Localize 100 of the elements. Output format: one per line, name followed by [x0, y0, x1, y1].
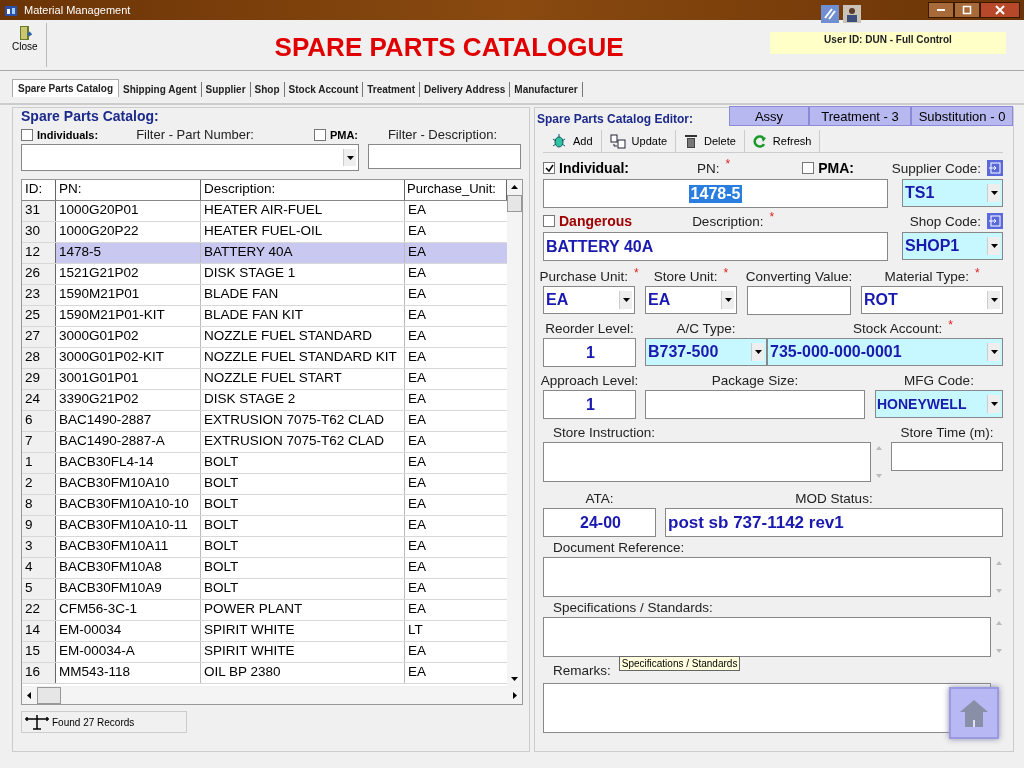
table-row[interactable]: 23 1590M21P01 BLADE FAN EA: [22, 285, 507, 306]
toolbar-button[interactable]: Delete: [676, 130, 745, 152]
scroll-thumb[interactable]: [37, 687, 61, 704]
check-icon: [544, 163, 554, 173]
package-size-field[interactable]: [645, 390, 865, 419]
part-number-filter[interactable]: [21, 144, 359, 171]
table-cell: 5: [22, 579, 56, 599]
ata-field[interactable]: 24-00: [543, 508, 656, 537]
caret-icon: [990, 402, 998, 406]
lookup-icon[interactable]: [987, 213, 1003, 229]
stock-account-dropdown[interactable]: 735-000-000-0001: [767, 338, 1003, 366]
description-filter[interactable]: [368, 144, 521, 169]
table-cell: 29: [22, 369, 56, 389]
section-button[interactable]: Treatment - 3: [809, 106, 911, 126]
table-row[interactable]: 16 MM543-118 OIL BP 2380 EA: [22, 663, 507, 684]
maximize-button[interactable]: [954, 2, 980, 18]
store-unit-dropdown[interactable]: EA: [645, 286, 737, 314]
toolbar-button[interactable]: Refresh: [744, 130, 821, 152]
table-cell: 30: [22, 222, 56, 242]
tab[interactable]: Spare Parts Catalog: [12, 79, 120, 97]
material-type-dropdown[interactable]: ROT: [861, 286, 1003, 314]
document-reference-field[interactable]: [543, 557, 991, 597]
table-row[interactable]: 27 3000G01P02 NOZZLE FUEL STANDARD EA: [22, 327, 507, 348]
caret-icon: [346, 155, 354, 160]
shop-code-dropdown[interactable]: SHOP1: [902, 232, 1003, 260]
table-cell: 9: [22, 516, 56, 536]
minimize-button[interactable]: [928, 2, 954, 18]
column-header[interactable]: Description:: [201, 180, 405, 200]
individuals-checkbox[interactable]: Individuals:: [21, 128, 99, 141]
lookup-icon[interactable]: [987, 160, 1003, 176]
table-row[interactable]: 2 BACB30FM10A10 BOLT EA: [22, 474, 507, 495]
table-cell: EM-00034-A: [56, 642, 201, 662]
table-row[interactable]: 28 3000G01P02-KIT NOZZLE FUEL STANDARD KIT EA: [22, 348, 507, 369]
person-icon[interactable]: [842, 4, 862, 24]
help-icon[interactable]: [820, 4, 840, 24]
approach-level-field[interactable]: 1: [543, 390, 636, 419]
pma-checkbox[interactable]: PMA:: [802, 160, 854, 176]
table-row[interactable]: 8 BACB30FM10A10-10 BOLT EA: [22, 495, 507, 516]
table-row[interactable]: 29 3001G01P01 NOZZLE FUEL START EA: [22, 369, 507, 390]
table-row[interactable]: 1 BACB30FL4-14 BOLT EA: [22, 453, 507, 474]
window-title: Material Management: [24, 4, 131, 16]
filter-label: Filter - Part Number:: [136, 127, 254, 142]
horizontal-scrollbar[interactable]: [22, 687, 522, 704]
section-button[interactable]: Substitution - 0: [911, 106, 1013, 126]
caret-icon: [990, 298, 998, 302]
purchase-unit-dropdown[interactable]: EA: [543, 286, 635, 314]
toolbar-button[interactable]: Add: [543, 130, 602, 152]
table-row[interactable]: 31 1000G20P01 HEATER AIR-FUEL EA: [22, 201, 507, 222]
converting-value-field[interactable]: [747, 286, 851, 315]
column-header[interactable]: PN:: [56, 180, 201, 200]
toolbar-button[interactable]: Update: [601, 130, 677, 152]
table-cell: EM-00034: [56, 621, 201, 641]
table-row[interactable]: 26 1521G21P02 DISK STAGE 1 EA: [22, 264, 507, 285]
table-row[interactable]: 25 1590M21P01-KIT BLADE FAN KIT EA: [22, 306, 507, 327]
refresh-icon: [752, 134, 767, 148]
section-button[interactable]: Assy: [729, 106, 809, 126]
table-cell: BOLT: [201, 579, 405, 599]
table-cell: BOLT: [201, 495, 405, 515]
table-row[interactable]: 7 BAC1490-2887-A EXTRUSION 7075-T62 CLAD EA: [22, 432, 507, 453]
user-info: User ID: DUN - Full Control: [770, 32, 1006, 54]
description-field[interactable]: BATTERY 40A: [543, 232, 888, 261]
table-cell: 31: [22, 201, 56, 221]
specifications-field[interactable]: [543, 617, 991, 657]
column-header[interactable]: ID:: [22, 180, 56, 200]
table-row[interactable]: 6 BAC1490-2887 EXTRUSION 7075-T62 CLAD EA: [22, 411, 507, 432]
table-row[interactable]: 14 EM-00034 SPIRIT WHITE LT: [22, 621, 507, 642]
table-cell: BACB30FM10A10-10: [56, 495, 201, 515]
table-row[interactable]: 9 BACB30FM10A10-11 BOLT EA: [22, 516, 507, 537]
table-cell-text: EA: [407, 516, 427, 534]
mfg-code-dropdown[interactable]: HONEYWELL: [875, 390, 1003, 418]
table-row[interactable]: 24 3390G21P02 DISK STAGE 2 EA: [22, 390, 507, 411]
remarks-field[interactable]: [543, 683, 991, 733]
table-cell-text: EA: [407, 495, 427, 513]
supplier-code-dropdown[interactable]: TS1: [902, 179, 1003, 207]
table-cell: 2: [22, 474, 56, 494]
ac-type-dropdown[interactable]: B737-500: [645, 338, 767, 366]
field-label: ATA:: [585, 490, 614, 506]
table-row[interactable]: 22 CFM56-3C-1 POWER PLANT EA: [22, 600, 507, 621]
reorder-level-field[interactable]: 1: [543, 338, 636, 367]
pn-field[interactable]: 1478-5: [543, 179, 888, 208]
table-row[interactable]: 3 BACB30FM10A11 BOLT EA: [22, 537, 507, 558]
field-label: Remarks:: [553, 662, 611, 678]
table-row[interactable]: 5 BACB30FM10A9 BOLT EA: [22, 579, 507, 600]
vertical-scrollbar[interactable]: [507, 180, 522, 686]
mod-status-field[interactable]: post sb 737-1142 rev1: [665, 508, 1003, 537]
table-cell-text: EA: [407, 264, 427, 282]
store-time-field[interactable]: [891, 442, 1003, 471]
dangerous-checkbox[interactable]: Dangerous: [543, 213, 633, 229]
table-row[interactable]: 12 1478-5 BATTERY 40A EA: [22, 243, 507, 264]
close-button[interactable]: Close: [0, 23, 47, 67]
store-instruction-field[interactable]: [543, 442, 871, 482]
table-row[interactable]: 4 BACB30FM10A8 BOLT EA: [22, 558, 507, 579]
required-marker: *: [723, 266, 729, 280]
close-icon: [995, 5, 1005, 15]
field-label: Supplier Code:: [891, 160, 981, 176]
table-row[interactable]: 15 EM-00034-A SPIRIT WHITE EA: [22, 642, 507, 663]
scroll-thumb[interactable]: [507, 195, 522, 212]
individual-checkbox[interactable]: Individual:: [543, 160, 629, 176]
pma-checkbox[interactable]: PMA:: [313, 128, 358, 141]
close-window-button[interactable]: [980, 2, 1020, 18]
